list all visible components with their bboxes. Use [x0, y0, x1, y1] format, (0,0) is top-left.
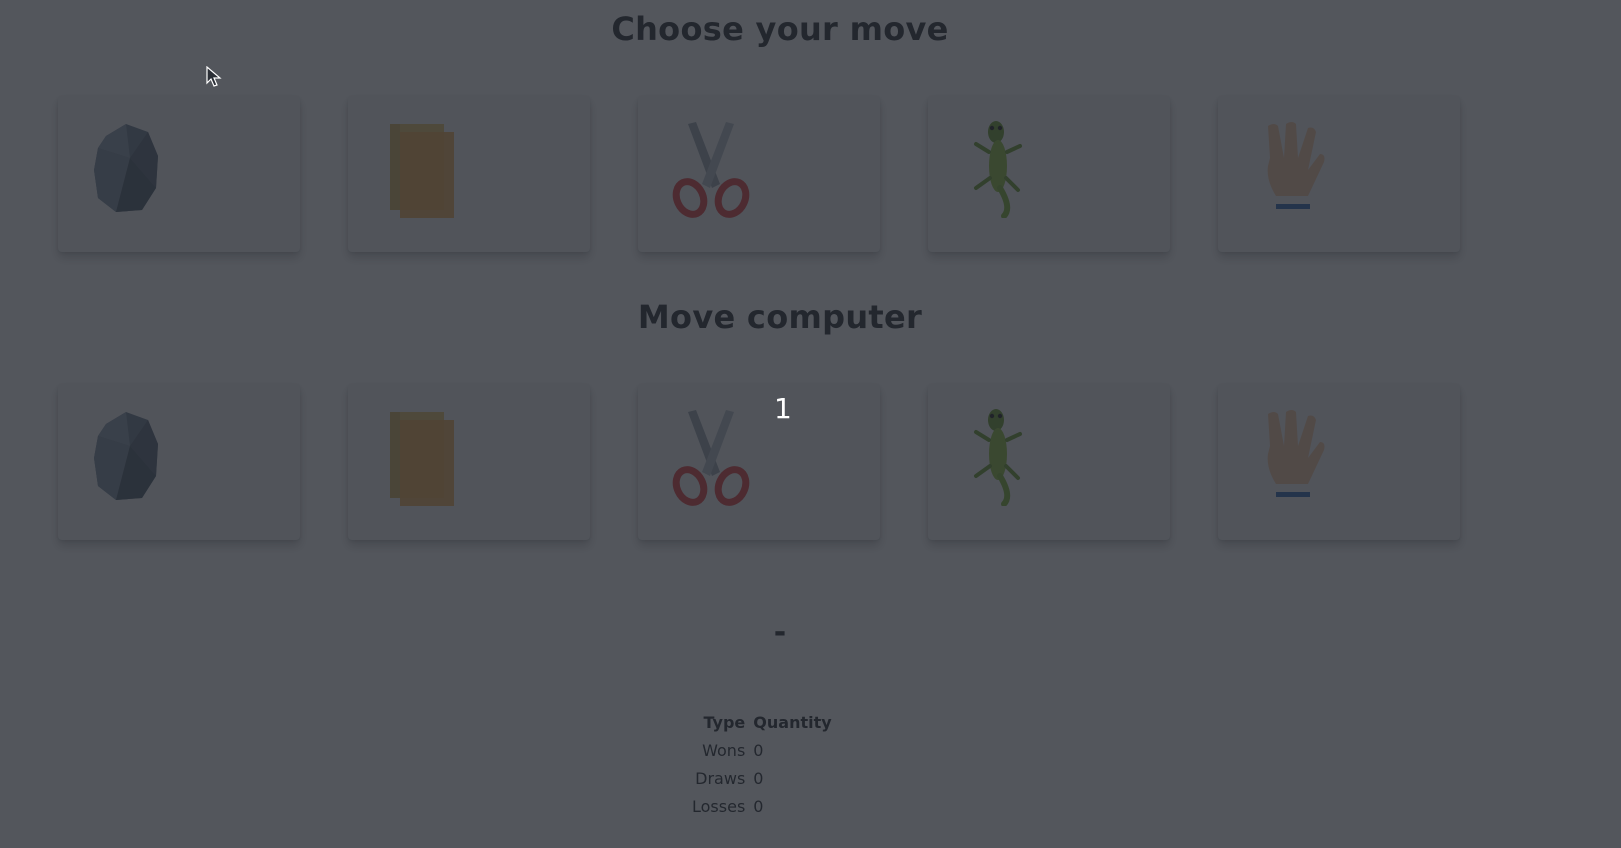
lizard-icon — [974, 121, 1022, 218]
stats-header-quantity: Quantity — [753, 712, 832, 732]
round-result: - — [773, 615, 787, 650]
rock-icon — [94, 412, 158, 500]
scissors-icon — [672, 410, 750, 506]
computer-move-scissors — [638, 384, 880, 540]
player-move-rock[interactable] — [58, 96, 300, 252]
player-section-title: Choose your move — [611, 10, 949, 48]
stats-header-type: Type — [703, 712, 746, 732]
stats-label-losses: Losses — [692, 796, 746, 816]
rock-icon — [94, 124, 158, 212]
paper-icon — [390, 124, 454, 218]
stats-value-draws: 0 — [753, 768, 764, 788]
computer-move-spock — [1218, 384, 1460, 540]
stats-header-row: Type Quantity — [688, 708, 836, 736]
stats-table: Type Quantity Wons 0 Draws 0 Losses 0 — [688, 708, 836, 820]
game-page: Choose your move Move computer - Type Qu… — [0, 0, 1621, 848]
table-row: Wons 0 — [688, 736, 836, 764]
player-move-scissors[interactable] — [638, 96, 880, 252]
table-row: Draws 0 — [688, 764, 836, 792]
computer-move-lizard — [928, 384, 1170, 540]
player-move-paper[interactable] — [348, 96, 590, 252]
lizard-icon — [974, 409, 1022, 506]
spock-hand-icon — [1267, 122, 1325, 209]
computer-move-cards — [0, 384, 1621, 544]
player-move-lizard[interactable] — [928, 96, 1170, 252]
computer-section-title: Move computer — [637, 298, 923, 336]
computer-move-paper — [348, 384, 590, 540]
stats-label-draws: Draws — [695, 768, 746, 788]
stats-value-losses: 0 — [753, 796, 764, 816]
spock-hand-icon — [1267, 410, 1325, 497]
mouse-cursor-icon — [206, 66, 222, 87]
stats-value-wons: 0 — [753, 740, 764, 760]
scissors-icon — [672, 122, 750, 218]
player-move-cards — [0, 96, 1621, 256]
stats-label-wons: Wons — [702, 740, 746, 760]
table-row: Losses 0 — [688, 792, 836, 820]
computer-move-rock — [58, 384, 300, 540]
paper-icon — [390, 412, 454, 506]
countdown-number: 1 — [774, 392, 792, 425]
player-move-spock[interactable] — [1218, 96, 1460, 252]
